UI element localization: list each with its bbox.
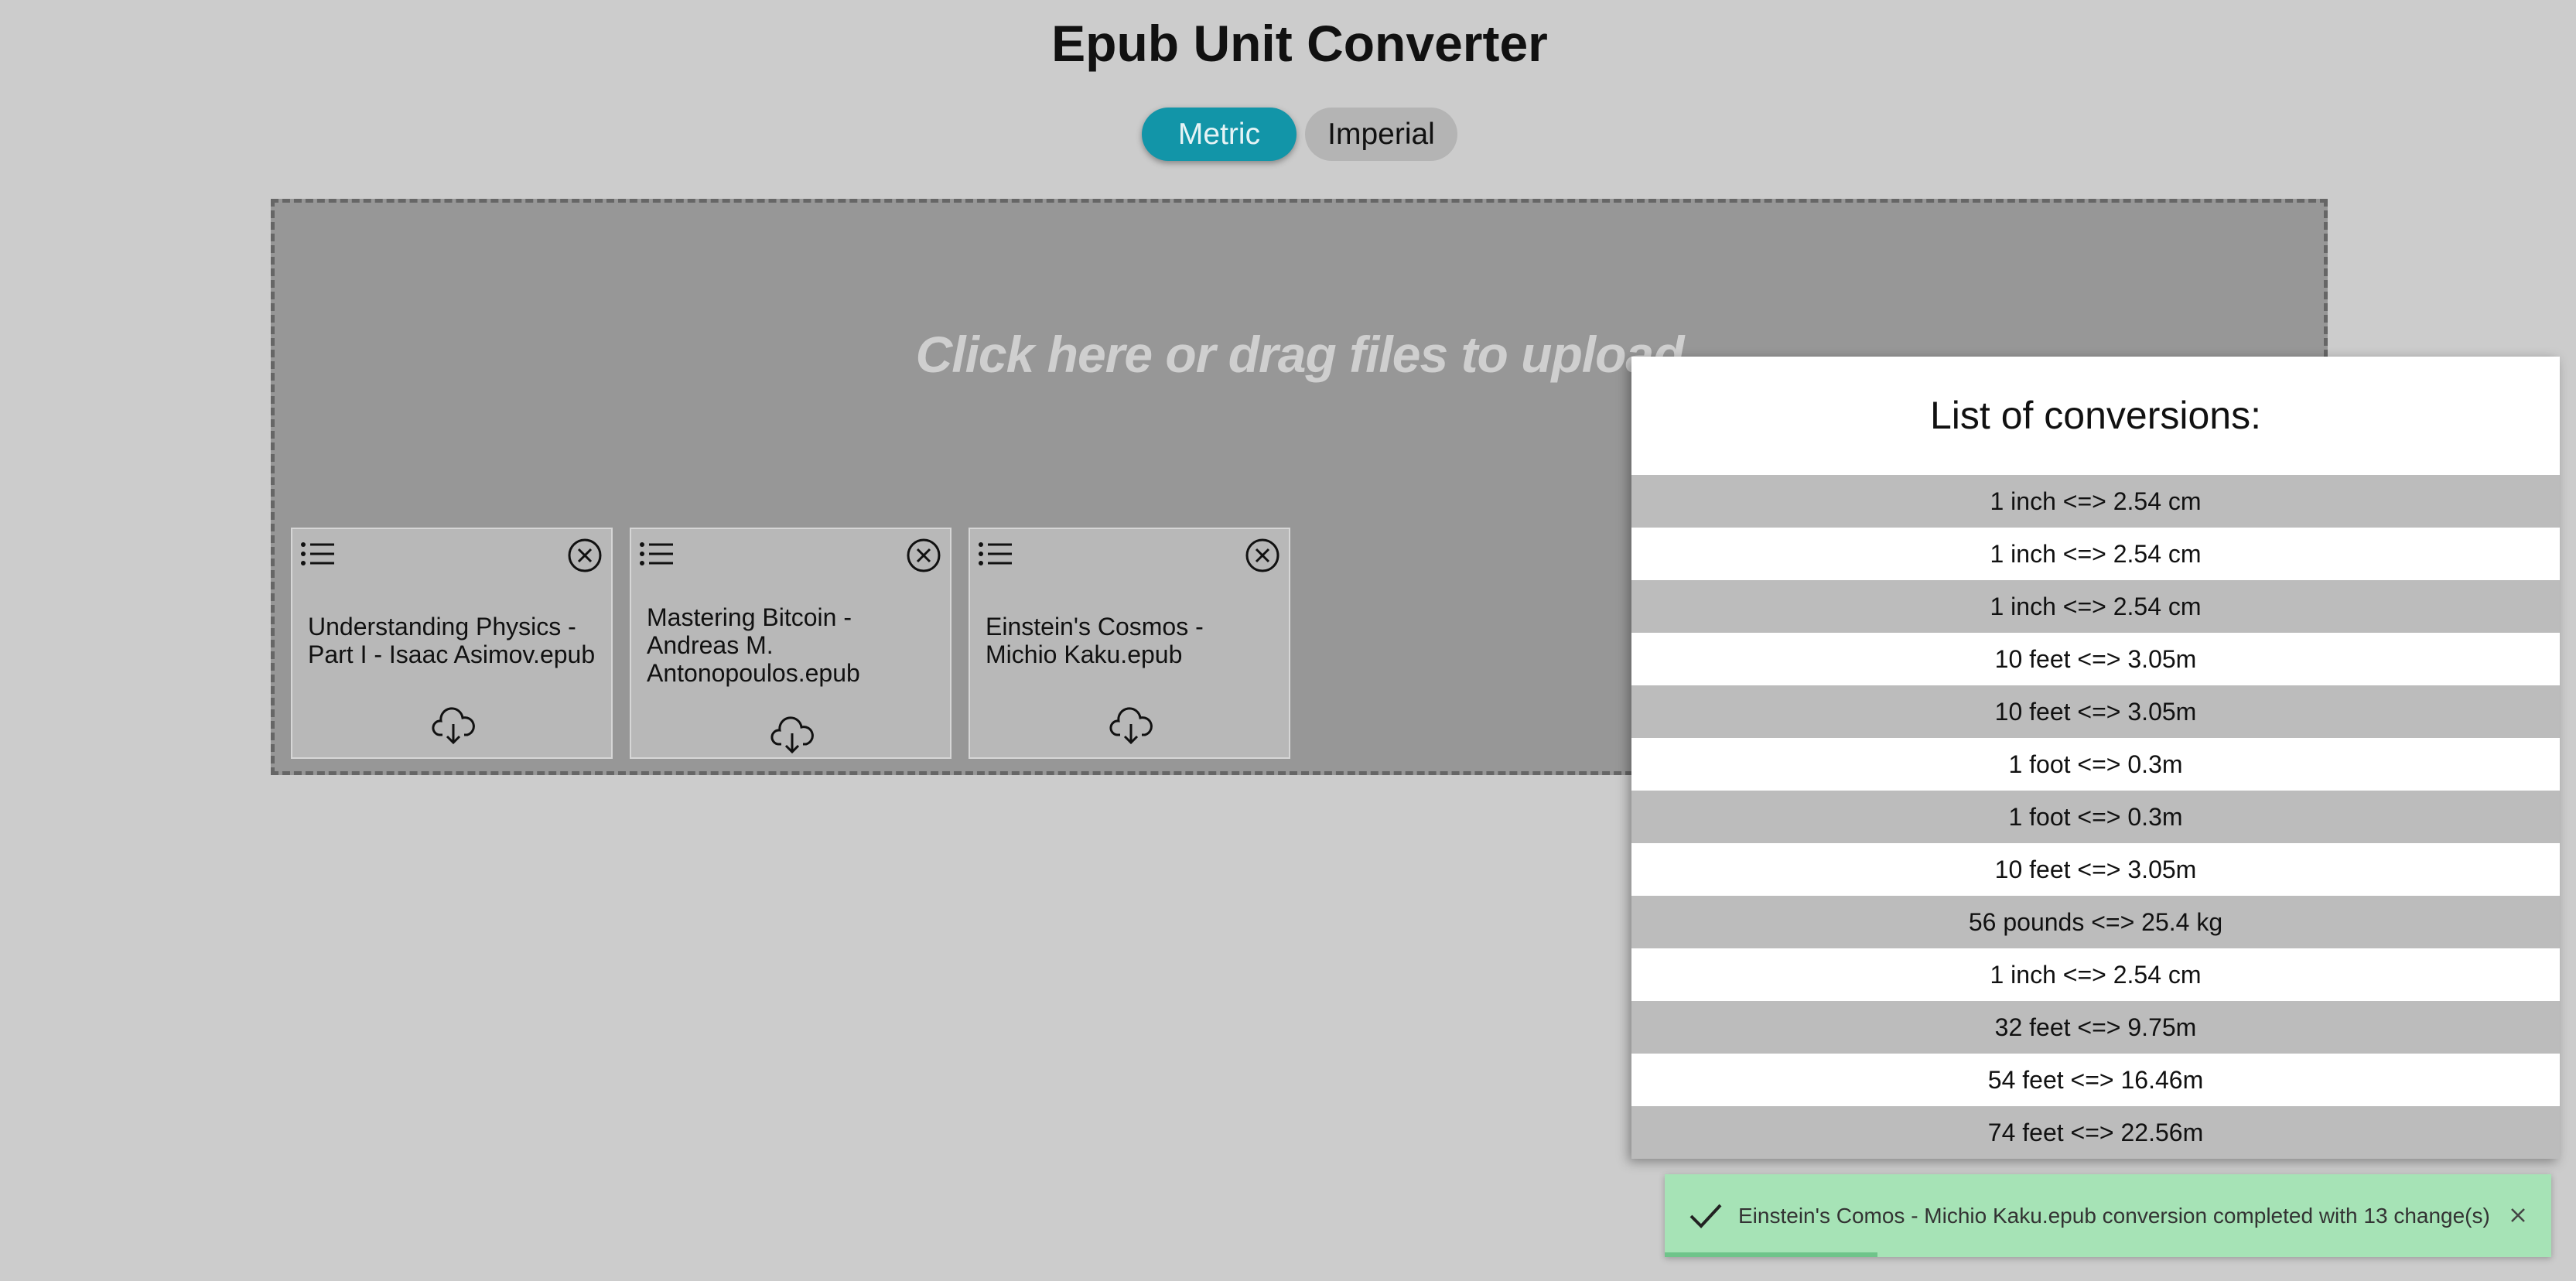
remove-file-icon[interactable] (905, 537, 942, 574)
download-icon[interactable] (770, 715, 814, 755)
success-toast: Einstein's Comos - Michio Kaku.epub conv… (1665, 1174, 2551, 1257)
file-name: Understanding Physics - Part I - Isaac A… (308, 613, 596, 668)
imperial-toggle-button[interactable]: Imperial (1305, 108, 1457, 161)
conversion-item: 10 feet <=> 3.05m (1631, 843, 2560, 896)
conversions-title: List of conversions: (1930, 394, 2261, 437)
remove-file-icon[interactable] (1244, 537, 1281, 574)
conversions-panel: List of conversions: 1 inch <=> 2.54 cm … (1631, 357, 2560, 1159)
conversion-item: 56 pounds <=> 25.4 kg (1631, 896, 2560, 948)
file-card: Einstein's Cosmos - Michio Kaku.epub (969, 528, 1290, 759)
conversion-item: 1 foot <=> 0.3m (1631, 791, 2560, 843)
close-toast-icon[interactable] (2506, 1204, 2530, 1227)
conversion-item: 1 inch <=> 2.54 cm (1631, 528, 2560, 580)
conversion-item: 10 feet <=> 3.05m (1631, 633, 2560, 685)
conversion-item: 1 inch <=> 2.54 cm (1631, 580, 2560, 633)
conversion-item: 74 feet <=> 22.56m (1631, 1106, 2560, 1159)
page-title: Epub Unit Converter (1051, 15, 1548, 72)
toast-progress-bar (1665, 1252, 2551, 1257)
conversion-item: 1 inch <=> 2.54 cm (1631, 475, 2560, 528)
metric-toggle-button[interactable]: Metric (1142, 108, 1297, 161)
file-name: Mastering Bitcoin - Andreas M. Antonopou… (647, 603, 860, 687)
conversion-item: 10 feet <=> 3.05m (1631, 685, 2560, 738)
conversion-item: 1 inch <=> 2.54 cm (1631, 948, 2560, 1001)
toast-progress-fill (1665, 1252, 1878, 1257)
check-icon (1689, 1204, 1722, 1228)
file-card: Mastering Bitcoin - Andreas M. Antonopou… (630, 528, 951, 759)
conversion-item: 54 feet <=> 16.46m (1631, 1054, 2560, 1106)
conversion-item: 1 foot <=> 0.3m (1631, 738, 2560, 791)
file-name: Einstein's Cosmos - Michio Kaku.epub (986, 613, 1204, 668)
list-icon[interactable] (978, 538, 1013, 569)
conversion-item: 32 feet <=> 9.75m (1631, 1001, 2560, 1054)
download-icon[interactable] (432, 705, 475, 746)
list-icon[interactable] (300, 538, 336, 569)
file-card: Understanding Physics - Part I - Isaac A… (291, 528, 613, 759)
toast-message: Einstein's Comos - Michio Kaku.epub conv… (1738, 1204, 2490, 1228)
remove-file-icon[interactable] (566, 537, 603, 574)
download-icon[interactable] (1109, 705, 1153, 746)
conversions-list: 1 inch <=> 2.54 cm 1 inch <=> 2.54 cm 1 … (1631, 475, 2560, 1159)
list-icon[interactable] (639, 538, 675, 569)
